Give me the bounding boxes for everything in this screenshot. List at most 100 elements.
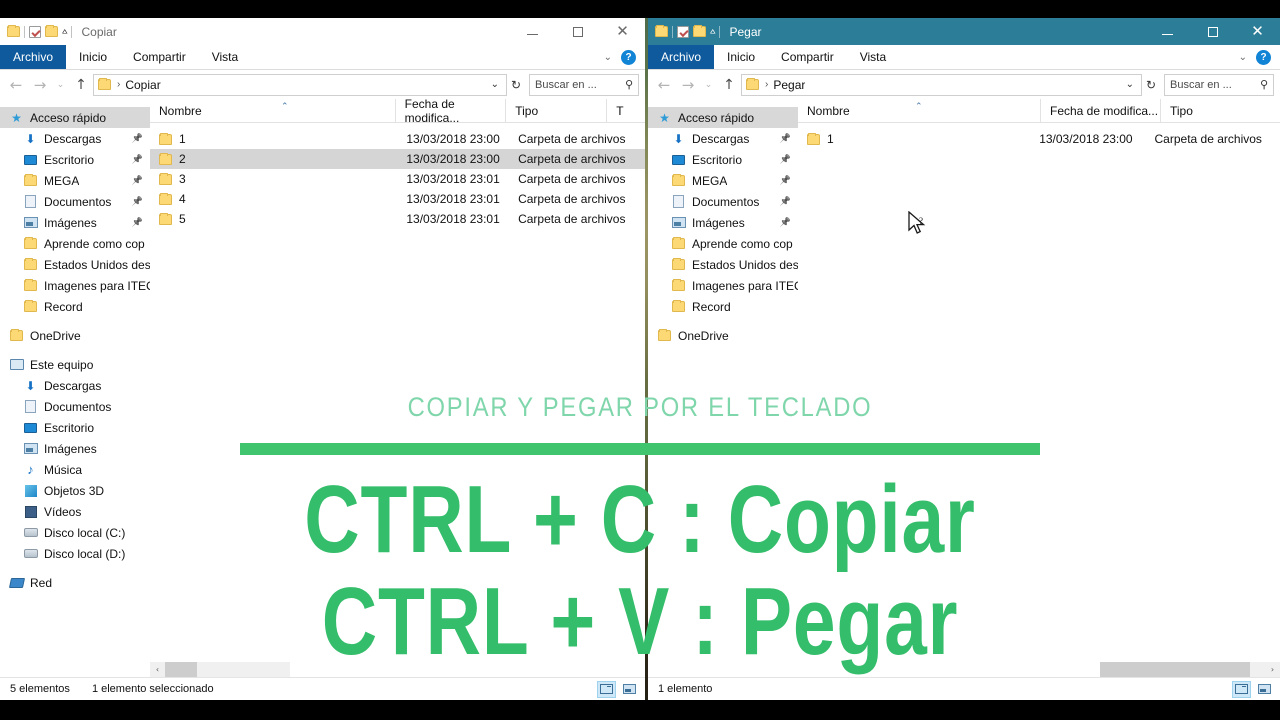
column-tipo[interactable]: Tipo: [1160, 98, 1270, 123]
qat-customize-icon[interactable]: ⩟: [62, 27, 67, 36]
sidebar-item-acceso-r-pido[interactable]: ★ Acceso rápido: [648, 107, 798, 128]
sidebar-item-onedrive[interactable]: OneDrive: [0, 325, 150, 346]
titlebar-copiar[interactable]: ⩟ Copiar ✕: [0, 18, 645, 45]
forward-button[interactable]: →: [676, 73, 700, 97]
column-headers-copiar[interactable]: Nombre Fecha de modifica... Tipo T ⌃: [150, 97, 645, 125]
breadcrumb-dropdown-icon[interactable]: ⌄: [491, 79, 502, 90]
close-button[interactable]: ✕: [600, 18, 645, 45]
new-folder-icon[interactable]: [693, 25, 706, 37]
details-view-button[interactable]: [597, 680, 616, 698]
sidebar-item-mega[interactable]: MEGA 📌: [648, 170, 798, 191]
search-icon[interactable]: ⚲: [1260, 78, 1268, 91]
close-button[interactable]: ✕: [1235, 18, 1280, 45]
new-folder-icon[interactable]: [45, 25, 58, 37]
sidebar-item-aprende-como-cop[interactable]: Aprende como cop: [0, 233, 150, 254]
search-box-copiar[interactable]: Buscar en ... ⚲: [529, 73, 639, 96]
search-input[interactable]: Buscar en ...: [535, 79, 597, 91]
tab-inicio[interactable]: Inicio: [66, 45, 120, 69]
sidebar-item-escritorio[interactable]: Escritorio 📌: [648, 149, 798, 170]
sidebar-item-imagenes-para-itec[interactable]: Imagenes para ITEC: [0, 275, 150, 296]
folder-icon[interactable]: [655, 25, 668, 37]
sidebar-item-aprende-como-cop[interactable]: Aprende como cop: [648, 233, 798, 254]
refresh-icon[interactable]: ↻: [1142, 78, 1160, 92]
sidebar-item-onedrive[interactable]: OneDrive: [648, 325, 798, 346]
table-row[interactable]: 2 13/03/2018 23:00 Carpeta de archivos: [150, 149, 645, 169]
help-icon[interactable]: ?: [1256, 49, 1271, 65]
sidebar-item-mega[interactable]: MEGA 📌: [0, 170, 150, 191]
scroll-right-icon[interactable]: ›: [1265, 665, 1280, 674]
breadcrumb[interactable]: › Copiar ⌄: [93, 73, 507, 96]
quick-access-toolbar[interactable]: ⩟: [0, 25, 73, 38]
expand-ribbon-icon[interactable]: ⌄: [1239, 52, 1247, 63]
qat-customize-icon[interactable]: ⩟: [710, 27, 715, 36]
pin-icon[interactable]: 📌: [132, 196, 143, 207]
large-icons-view-button[interactable]: [1255, 681, 1274, 698]
pin-icon[interactable]: 📌: [780, 133, 791, 144]
search-box-pegar[interactable]: Buscar en ... ⚲: [1164, 73, 1274, 96]
sidebar-item-record[interactable]: Record: [648, 296, 798, 317]
ribbon-right-controls[interactable]: ⌄ ?: [604, 45, 645, 69]
table-row[interactable]: 5 13/03/2018 23:01 Carpeta de archivos: [150, 209, 645, 229]
ribbon-right-controls[interactable]: ⌄ ?: [1239, 45, 1280, 69]
tab-inicio[interactable]: Inicio: [714, 45, 768, 69]
minimize-button[interactable]: [1145, 18, 1190, 45]
search-input[interactable]: Buscar en ...: [1170, 79, 1232, 91]
sidebar-item-descargas[interactable]: ⬇ Descargas 📌: [0, 128, 150, 149]
sidebar-item-estados-unidos-des[interactable]: Estados Unidos des: [0, 254, 150, 275]
table-row[interactable]: 4 13/03/2018 23:01 Carpeta de archivos: [150, 189, 645, 209]
pin-icon[interactable]: 📌: [780, 196, 791, 207]
breadcrumb-dropdown-icon[interactable]: ⌄: [1126, 79, 1137, 90]
view-buttons-copiar[interactable]: [597, 680, 645, 698]
pin-icon[interactable]: 📌: [780, 154, 791, 165]
large-icons-view-button[interactable]: [620, 681, 639, 698]
maximize-button[interactable]: [555, 18, 600, 45]
window-controls[interactable]: ✕: [510, 18, 645, 45]
sidebar-item-escritorio[interactable]: Escritorio 📌: [0, 149, 150, 170]
sidebar-item-documentos[interactable]: Documentos 📌: [648, 191, 798, 212]
up-button[interactable]: ↑: [717, 73, 741, 97]
sidebar-item-im-genes[interactable]: Imágenes 📌: [648, 212, 798, 233]
tab-vista[interactable]: Vista: [847, 45, 899, 69]
breadcrumb[interactable]: › Pegar ⌄: [741, 73, 1142, 96]
tab-archivo[interactable]: Archivo: [648, 45, 715, 69]
up-button[interactable]: ↑: [69, 73, 93, 97]
view-buttons-pegar[interactable]: [1232, 680, 1280, 698]
recent-locations-icon[interactable]: ⌄: [700, 73, 717, 97]
table-row[interactable]: 1 13/03/2018 23:00 Carpeta de archivos: [798, 129, 1280, 149]
column-fecha[interactable]: Fecha de modifica...: [1040, 98, 1160, 123]
tab-compartir[interactable]: Compartir: [768, 45, 847, 69]
forward-button[interactable]: →: [28, 73, 52, 97]
column-fecha[interactable]: Fecha de modifica...: [394, 97, 506, 125]
sidebar-item-im-genes[interactable]: Imágenes 📌: [0, 212, 150, 233]
table-row[interactable]: 3 13/03/2018 23:01 Carpeta de archivos: [150, 169, 645, 189]
column-nombre[interactable]: Nombre: [150, 99, 395, 123]
column-tipo[interactable]: Tipo: [505, 98, 606, 123]
minimize-button[interactable]: [510, 18, 555, 45]
sidebar-item-record[interactable]: Record: [0, 296, 150, 317]
search-icon[interactable]: ⚲: [625, 78, 633, 91]
sidebar-item-estados-unidos-des[interactable]: Estados Unidos des: [648, 254, 798, 275]
window-controls-pegar[interactable]: ✕: [1145, 18, 1280, 45]
folder-icon[interactable]: [7, 25, 20, 37]
help-icon[interactable]: ?: [621, 49, 636, 65]
pin-icon[interactable]: 📌: [132, 133, 143, 144]
pin-icon[interactable]: 📌: [780, 217, 791, 228]
ribbon-tabs-copiar[interactable]: Archivo Inicio Compartir Vista ⌄ ?: [0, 45, 645, 70]
sidebar-item-imagenes-para-itec[interactable]: Imagenes para ITEC: [648, 275, 798, 296]
address-bar-copiar[interactable]: ← → ⌄ ↑ › Copiar ⌄ ↻ Buscar en ... ⚲: [0, 70, 645, 99]
table-row[interactable]: 1 13/03/2018 23:00 Carpeta de archivos: [150, 129, 645, 149]
refresh-icon[interactable]: ↻: [507, 78, 525, 92]
column-headers-pegar[interactable]: Nombre Fecha de modifica... Tipo ⌃: [798, 98, 1280, 123]
quick-access-toolbar-pegar[interactable]: ⩟: [648, 25, 721, 38]
tab-compartir[interactable]: Compartir: [120, 45, 199, 69]
tab-archivo[interactable]: Archivo: [0, 45, 67, 69]
sidebar-item-descargas[interactable]: ⬇ Descargas 📌: [648, 128, 798, 149]
sidebar-item-acceso-r-pido[interactable]: ★ Acceso rápido: [0, 107, 150, 128]
sidebar-item-este-equipo[interactable]: Este equipo: [0, 354, 150, 375]
maximize-button[interactable]: [1190, 18, 1235, 45]
pin-icon[interactable]: 📌: [132, 217, 143, 228]
pin-icon[interactable]: 📌: [132, 154, 143, 165]
recent-locations-icon[interactable]: ⌄: [52, 73, 69, 97]
properties-icon[interactable]: [29, 25, 41, 38]
ribbon-tabs-pegar[interactable]: Archivo Inicio Compartir Vista ⌄ ?: [648, 45, 1280, 70]
